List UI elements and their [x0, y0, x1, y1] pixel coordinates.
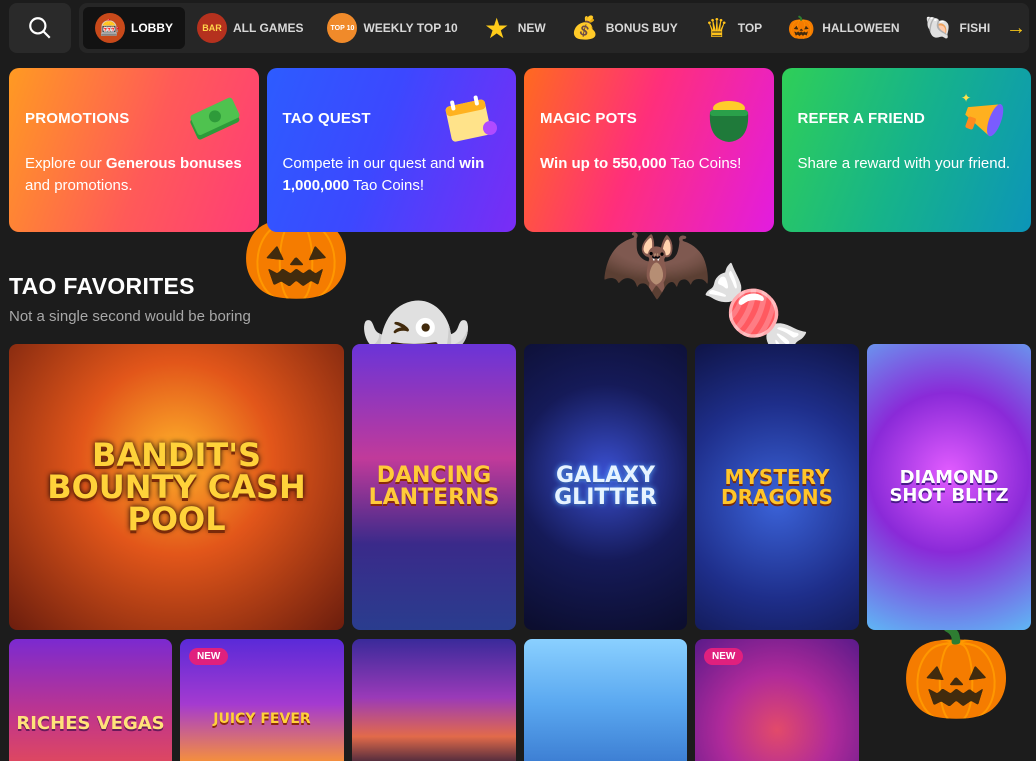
nav-item-new[interactable]: ★ NEW [470, 7, 558, 49]
game-tile-mystery-dragons[interactable]: MYSTERY DRAGONS [695, 344, 859, 630]
nav-item-label: BONUS BUY [605, 21, 678, 35]
nav-item-halloween[interactable]: 🎃 HALLOWEEN [774, 7, 911, 49]
nav-item-weekly-top-10[interactable]: TOP 10 WEEKLY TOP 10 [315, 7, 469, 49]
star-icon: ★ [484, 12, 510, 44]
nav-item-label: FISHI [959, 21, 991, 35]
money-bag-icon: 💰 [571, 15, 599, 40]
game-tile-day-of-the-dead[interactable]: NEW [695, 639, 859, 761]
calendar-icon [445, 95, 497, 142]
promo-description: Explore our Generous bonuses and promoti… [25, 155, 242, 194]
game-title: JUICY FEVER [213, 711, 311, 727]
top10-icon: TOP 10 [327, 13, 358, 43]
game-title: DIAMOND SHOT BLITZ [889, 467, 1009, 506]
slot-machine-icon: 🎰 [95, 13, 125, 43]
svg-text:✦: ✦ [961, 91, 971, 105]
nav-next-arrow[interactable]: → [1003, 3, 1029, 53]
search-button[interactable] [9, 3, 71, 53]
promo-cards: PROMOTIONS Explore our Generous bonuses … [9, 68, 1031, 232]
search-icon [29, 17, 51, 39]
pumpkin-icon: 🎃 [787, 15, 815, 40]
game-tile-dancing-lanterns[interactable]: DANCING LANTERNS [352, 344, 516, 630]
new-badge: NEW [189, 648, 229, 665]
game-tile-galaxy-glitter[interactable]: GALAXY GLITTER [524, 344, 687, 630]
shell-icon: 🐚 [924, 15, 953, 40]
game-tile-motorbike[interactable] [352, 639, 516, 761]
pot-of-gold-icon [709, 101, 748, 142]
game-tile-bank[interactable] [524, 639, 687, 761]
bar-icon: BAR [197, 13, 227, 43]
nav-item-all-games[interactable]: BAR ALL GAMES [185, 7, 315, 49]
nav-item-label: HALLOWEEN [822, 21, 900, 35]
game-title: BANDIT'S BOUNTY CASH POOL [47, 436, 306, 538]
game-title: DANCING LANTERNS [368, 463, 500, 510]
nav-item-top[interactable]: ♛ TOP [690, 7, 774, 49]
nav-item-label: NEW [517, 21, 546, 35]
game-tile-bandits-bounty[interactable]: BANDIT'S BOUNTY CASH POOL [9, 344, 344, 630]
nav-item-label: WEEKLY TOP 10 [363, 21, 458, 35]
promo-description: Win up to 550,000 Tao Coins! [540, 155, 742, 172]
crown-icon: ♛ [705, 12, 729, 43]
promo-description: Compete in our quest and win 1,000,000 T… [282, 155, 485, 194]
category-nav: 🎰 LOBBY BAR ALL GAMES TOP 10 WEEKLY TOP … [79, 3, 1029, 53]
nav-item-bonus-buy[interactable]: 💰 BONUS BUY [558, 7, 690, 49]
nav-item-label: LOBBY [131, 21, 173, 35]
promo-card-tao-quest[interactable]: TAO QUEST Compete in our quest and win 1… [266, 68, 516, 232]
new-badge: NEW [704, 648, 744, 665]
cash-stack-icon [189, 97, 239, 140]
section-subtitle: Not a single second would be boring [9, 308, 251, 325]
promo-card-promotions[interactable]: PROMOTIONS Explore our Generous bonuses … [9, 68, 259, 232]
megaphone-icon: ✦ [961, 91, 1004, 137]
arrow-right-icon: → [1006, 16, 1026, 39]
nav-item-label: ALL GAMES [233, 21, 304, 35]
promo-card-magic-pots[interactable]: MAGIC POTS Win up to 550,000 Tao Coins! [524, 68, 774, 232]
promo-description: Share a reward with your friend. [797, 155, 1011, 172]
game-tile-juicy-fever[interactable]: NEW JUICY FEVER [180, 639, 344, 761]
promo-card-refer-a-friend[interactable]: REFER A FRIEND Share a reward with your … [781, 68, 1031, 232]
section-title: TAO FAVORITES [9, 273, 195, 299]
nav-item-lobby[interactable]: 🎰 LOBBY [83, 7, 185, 49]
game-title: GALAXY GLITTER [554, 463, 657, 510]
nav-item-label: TOP [737, 21, 763, 35]
nav-item-fishing[interactable]: 🐚 FISHI [912, 7, 1003, 49]
top-navigation-bar: 🎰 LOBBY BAR ALL GAMES TOP 10 WEEKLY TOP … [0, 0, 1036, 58]
game-tile-diamond-shot-blitz[interactable]: DIAMOND SHOT BLITZ [867, 344, 1031, 630]
game-tile-riches-vegas[interactable]: RICHES VEGAS [9, 639, 172, 761]
game-title: MYSTERY DRAGONS [720, 465, 834, 509]
game-title: RICHES VEGAS [16, 713, 165, 734]
